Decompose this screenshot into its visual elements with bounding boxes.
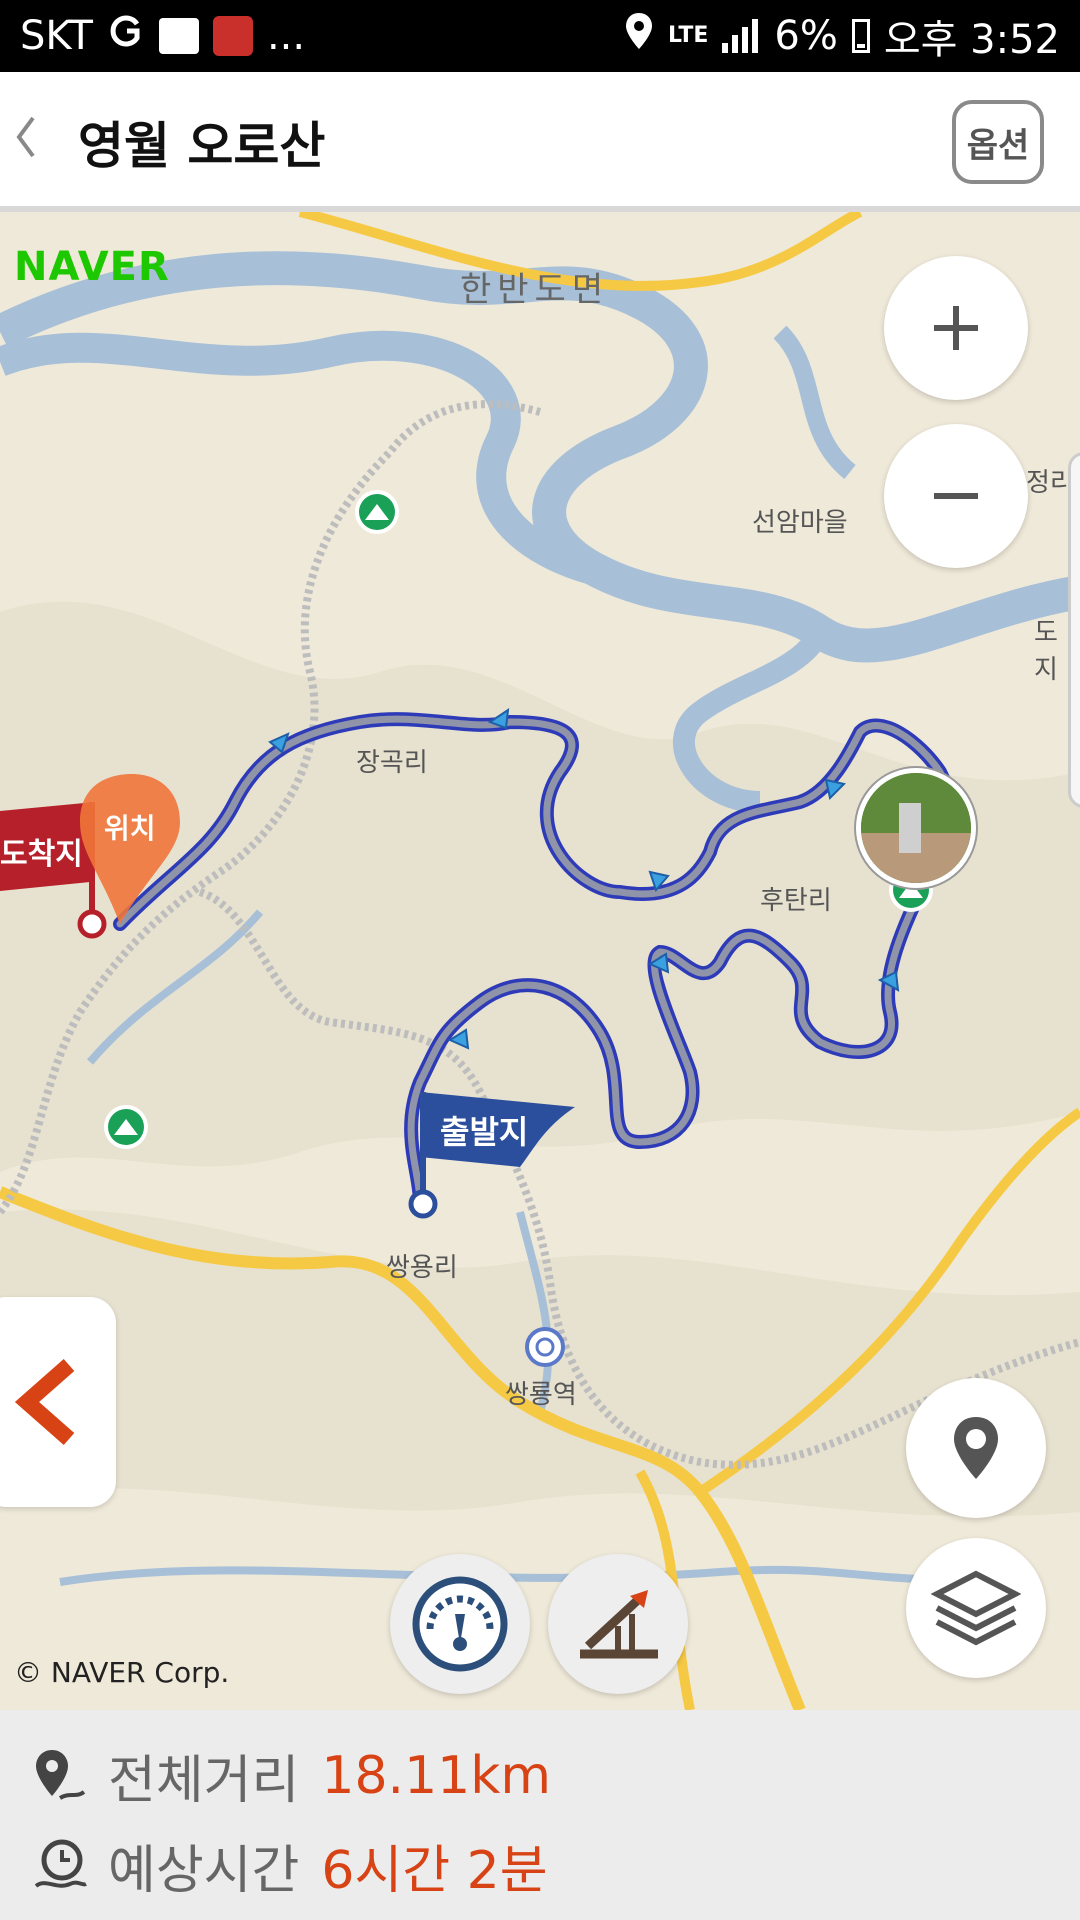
chevron-left-icon	[16, 116, 35, 158]
location-marker-label: 위치	[104, 812, 156, 845]
clock: 오후 3:52	[883, 17, 1060, 63]
clock-route-icon	[34, 1839, 87, 1888]
time-label: 예상시간	[108, 1841, 300, 1901]
zoom-out-button[interactable]	[884, 424, 1028, 568]
distance-row: 전체거리 18.11km	[30, 1738, 551, 1813]
carrier-label: SKT	[20, 13, 93, 59]
slope-icon	[580, 1590, 658, 1659]
naver-logo: NAVER	[14, 244, 170, 290]
network-type: LTE	[667, 23, 709, 48]
zoom-in-icon	[934, 306, 978, 350]
route-summary: 전체거리 18.11km 예상시간 6시간 2분	[0, 1710, 1080, 1920]
map-label-janggok: 장곡리	[356, 748, 428, 778]
app-notification-icon	[212, 16, 253, 56]
status-bar-left: SKT ...	[20, 12, 305, 60]
battery-icon	[851, 19, 870, 53]
battery-percent: 6%	[774, 13, 838, 59]
zoom-in-button[interactable]	[884, 256, 1028, 400]
speed-button[interactable]	[390, 1554, 530, 1694]
zoom-out-icon	[934, 493, 978, 499]
location-icon	[624, 11, 654, 61]
side-panel-handle[interactable]	[1068, 452, 1080, 808]
speedometer-icon	[412, 1576, 508, 1672]
gallery-icon	[158, 18, 199, 54]
back-arrow-icon	[14, 1358, 75, 1446]
back-button[interactable]	[6, 112, 46, 172]
map-label-jeong: 정리	[1026, 468, 1074, 498]
g-icon	[107, 12, 145, 60]
app-header: 영월 오로산 옵션	[0, 72, 1080, 212]
my-location-button[interactable]	[906, 1378, 1046, 1518]
photo-thumbnail	[861, 773, 971, 883]
location-pin-icon	[954, 1417, 998, 1479]
distance-label: 전체거리	[108, 1751, 300, 1811]
map-label-ssangyong-station: 쌍룡역	[505, 1380, 577, 1410]
map-label-seonam: 선암마을	[752, 508, 848, 538]
status-bar: SKT ... LTE 6% 오후 3:52	[0, 0, 1080, 72]
arrival-marker-label: 도착지	[0, 837, 83, 872]
departure-marker-label: 출발지	[440, 1113, 529, 1151]
time-value: 6시간 2분	[321, 1841, 548, 1901]
photo-marker[interactable]	[856, 768, 976, 888]
page-title: 영월 오로산	[78, 117, 326, 175]
slope-button[interactable]	[548, 1554, 688, 1694]
status-bar-right: LTE 6% 오후 3:52	[624, 7, 1060, 65]
map-view[interactable]: NAVER 한반도면 선암마을 장곡리 후탄리 쌍용리 쌍룡역 정리 도지 도착…	[0, 212, 1080, 1710]
signal-icon	[722, 19, 760, 53]
layers-icon	[931, 1570, 1021, 1646]
map-layers-button[interactable]	[906, 1538, 1046, 1678]
back-arrow-button[interactable]	[0, 1297, 116, 1507]
time-row: 예상시간 6시간 2분	[30, 1828, 548, 1903]
more-notifications: ...	[266, 13, 306, 59]
map-label-hutan: 후탄리	[760, 886, 832, 916]
map-copyright: © NAVER Corp.	[14, 1656, 230, 1689]
map-label-ssangyong: 쌍용리	[386, 1253, 458, 1283]
distance-icon	[36, 1749, 86, 1800]
distance-value: 18.11km	[321, 1745, 552, 1806]
map-label-hanbando: 한반도면	[460, 270, 610, 310]
option-button[interactable]: 옵션	[952, 100, 1044, 184]
